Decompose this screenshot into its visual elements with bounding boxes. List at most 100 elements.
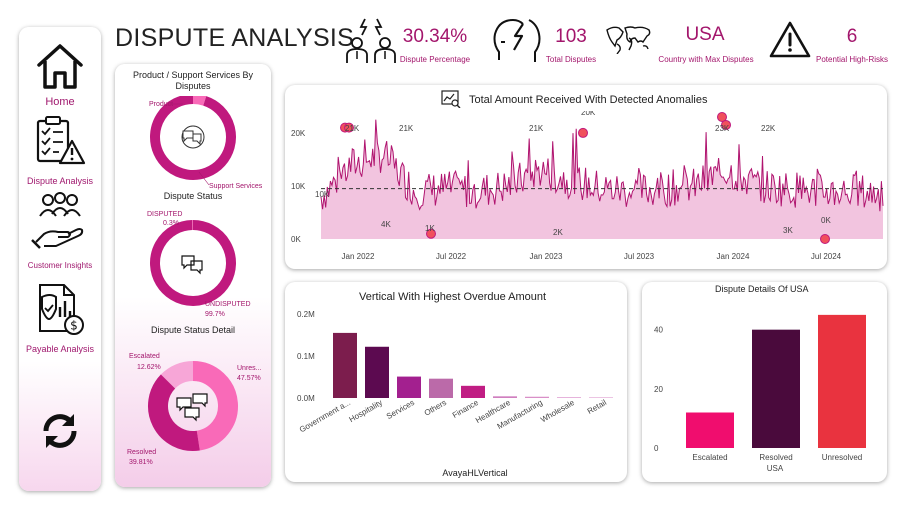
nav-home-label: Home (45, 96, 75, 108)
line-chart-title: Total Amount Received With Detected Anom… (469, 94, 708, 106)
kpi-dispute-percentage-value: 30.34% (402, 26, 468, 47)
line-annotation: 1K (425, 224, 435, 233)
nav-payable-analysis[interactable]: $ Payable Analysis (19, 281, 101, 354)
bar1-bar[interactable] (333, 332, 357, 398)
bar1-bar[interactable] (365, 346, 389, 398)
line-xtick: Jan 2024 (717, 252, 750, 261)
nav-dispute-analysis[interactable]: Dispute Analysis (19, 115, 101, 186)
line-ytick: 20K (291, 129, 306, 138)
bar1-xtick: Others (423, 398, 448, 418)
home-icon (37, 44, 83, 89)
line-annotation: 21K (529, 124, 544, 133)
line-xtick: Jul 2024 (811, 252, 842, 261)
line-annotation: 10K (315, 190, 330, 199)
customers-hand-icon (31, 192, 84, 249)
bar1-ytick: 0.1M (297, 352, 315, 361)
bar1-xtick: Government a... (298, 398, 352, 434)
bar2-ytick: 20 (654, 385, 663, 394)
kpi-high-risks-value: 6 (846, 26, 858, 47)
bar1-xtick: Hospitality (348, 398, 384, 424)
bar1-bar[interactable] (493, 396, 517, 398)
line-chart: 20K 10K 0K 21K 21K 21K 20K 23K 22K 4K 1K 2K 3K 0K 10K J… (291, 111, 884, 261)
donut-slice-2[interactable] (160, 361, 194, 389)
line-annotation: 21K (399, 124, 414, 133)
people-dispute-icon (346, 18, 396, 63)
line-xtick: Jul 2023 (624, 252, 655, 261)
bar1-xtick: Wholesale (539, 398, 576, 425)
dispute-chat-icon (181, 255, 203, 275)
donut3-pct-resolved: 39.81% (129, 459, 153, 466)
anomaly-chart-icon (441, 90, 461, 108)
bar1-xtick: Retail (586, 398, 608, 416)
heads-conflict-icon (493, 18, 541, 62)
line-annotation: 0K (821, 216, 831, 225)
donut1-label-product: Product (149, 101, 173, 108)
donut-slice-0[interactable] (192, 96, 207, 106)
donut2-pct-disputed: 0.3% (163, 220, 179, 227)
anomaly-line-card: Total Amount Received With Detected Anom… (285, 85, 887, 269)
usa-dispute-card: Dispute Details Of USA 40 20 0 Escalated Res… (642, 282, 887, 482)
status-chat-icon (176, 393, 208, 422)
kpi-country-label: Country with Max Disputes (658, 55, 754, 64)
donut3-pct-escalated: 12.62% (137, 364, 161, 371)
bar1-bar[interactable] (397, 376, 421, 398)
donut3-ring (148, 361, 238, 451)
donut2-label-undisputed: UNDISPUTED (205, 301, 251, 308)
nav-home[interactable]: Home (19, 41, 101, 108)
donut3-pct-unresolved: 47.57% (237, 375, 261, 382)
svg-text:$: $ (70, 319, 78, 333)
bar1-ytick: 0.0M (297, 394, 315, 403)
line-xtick: Jan 2023 (530, 252, 563, 261)
bar1-bar[interactable] (461, 385, 485, 398)
bar2-ytick: 0 (654, 444, 659, 453)
bar2-bar[interactable] (818, 314, 866, 448)
vertical-overdue-card: Vertical With Highest Overdue Amount 0.2… (285, 282, 627, 482)
bar1-bar[interactable] (429, 378, 453, 398)
clipboard-warning-icon (36, 116, 86, 165)
donut1-title: Product / Support Services By Disputes (132, 70, 254, 91)
donut2-label-disputed: DISPUTED (147, 211, 182, 218)
donut3-chart: Escalated 12.62% Unres... 47.57% Resolve… (127, 353, 262, 466)
donut-slice-0[interactable] (192, 361, 238, 451)
donut2-pct-undisputed: 99.7% (205, 311, 225, 318)
line-annotation: 2K (553, 228, 563, 237)
bar1-bar[interactable] (525, 396, 549, 398)
line-annotation: 21K (345, 124, 360, 133)
donut2-title: Dispute Status (163, 191, 223, 201)
line-annotation: 20K (581, 111, 596, 117)
kpi-total-disputes-label: Total Disputes (545, 55, 597, 64)
line-xtick: Jan 2022 (342, 252, 375, 261)
nav-customer-insights[interactable]: Customer Insights (19, 190, 101, 270)
kpi-country-value: USA (685, 24, 725, 45)
donut-panel: Product / Support Services By Disputes P… (115, 64, 271, 487)
donut3-label-escalated: Escalated (129, 353, 160, 360)
bar1-bar[interactable] (557, 397, 581, 398)
nav-panel: Home Dispute Analysis Customer Insights (19, 27, 101, 491)
donut1-label-support: Support Services (209, 183, 263, 190)
bar2-chart: 40 20 0 Escalated Resolved Unresolved USA (654, 314, 866, 473)
bar1-xtick: Services (385, 398, 416, 421)
bar1-bar[interactable] (589, 397, 613, 398)
bar1-ytick: 0.2M (297, 310, 315, 319)
line-ytick: 0K (291, 235, 301, 244)
line-annotation: 4K (381, 220, 391, 229)
bar2-xtick: Escalated (692, 453, 727, 462)
donut1-chart: Product Support Services (149, 96, 263, 190)
line-annotation: 22K (761, 124, 776, 133)
anomaly-point[interactable] (578, 127, 588, 138)
donut2-chart: DISPUTED 0.3% UNDISPUTED 99.7% (147, 211, 251, 318)
bar2-bar[interactable] (752, 329, 800, 448)
warning-icon (769, 21, 811, 58)
bar2-xlabel: USA (767, 464, 784, 473)
line-ytick: 10K (291, 182, 306, 191)
donut3-label-unresolved: Unres... (237, 365, 262, 372)
bar1-xlabel: AvayaHLVertical (442, 468, 507, 478)
kpi-dispute-percentage-label: Dispute Percentage (399, 55, 471, 64)
kpi-high-risks-label: Potential High-Risks (815, 55, 889, 64)
line-xtick: Jul 2022 (436, 252, 467, 261)
bar2-bar[interactable] (686, 412, 734, 449)
anomaly-point[interactable] (820, 234, 830, 244)
kpi-total-disputes-value: 103 (555, 26, 587, 47)
payable-document-icon: $ (39, 284, 84, 335)
refresh-button[interactable] (19, 409, 101, 458)
